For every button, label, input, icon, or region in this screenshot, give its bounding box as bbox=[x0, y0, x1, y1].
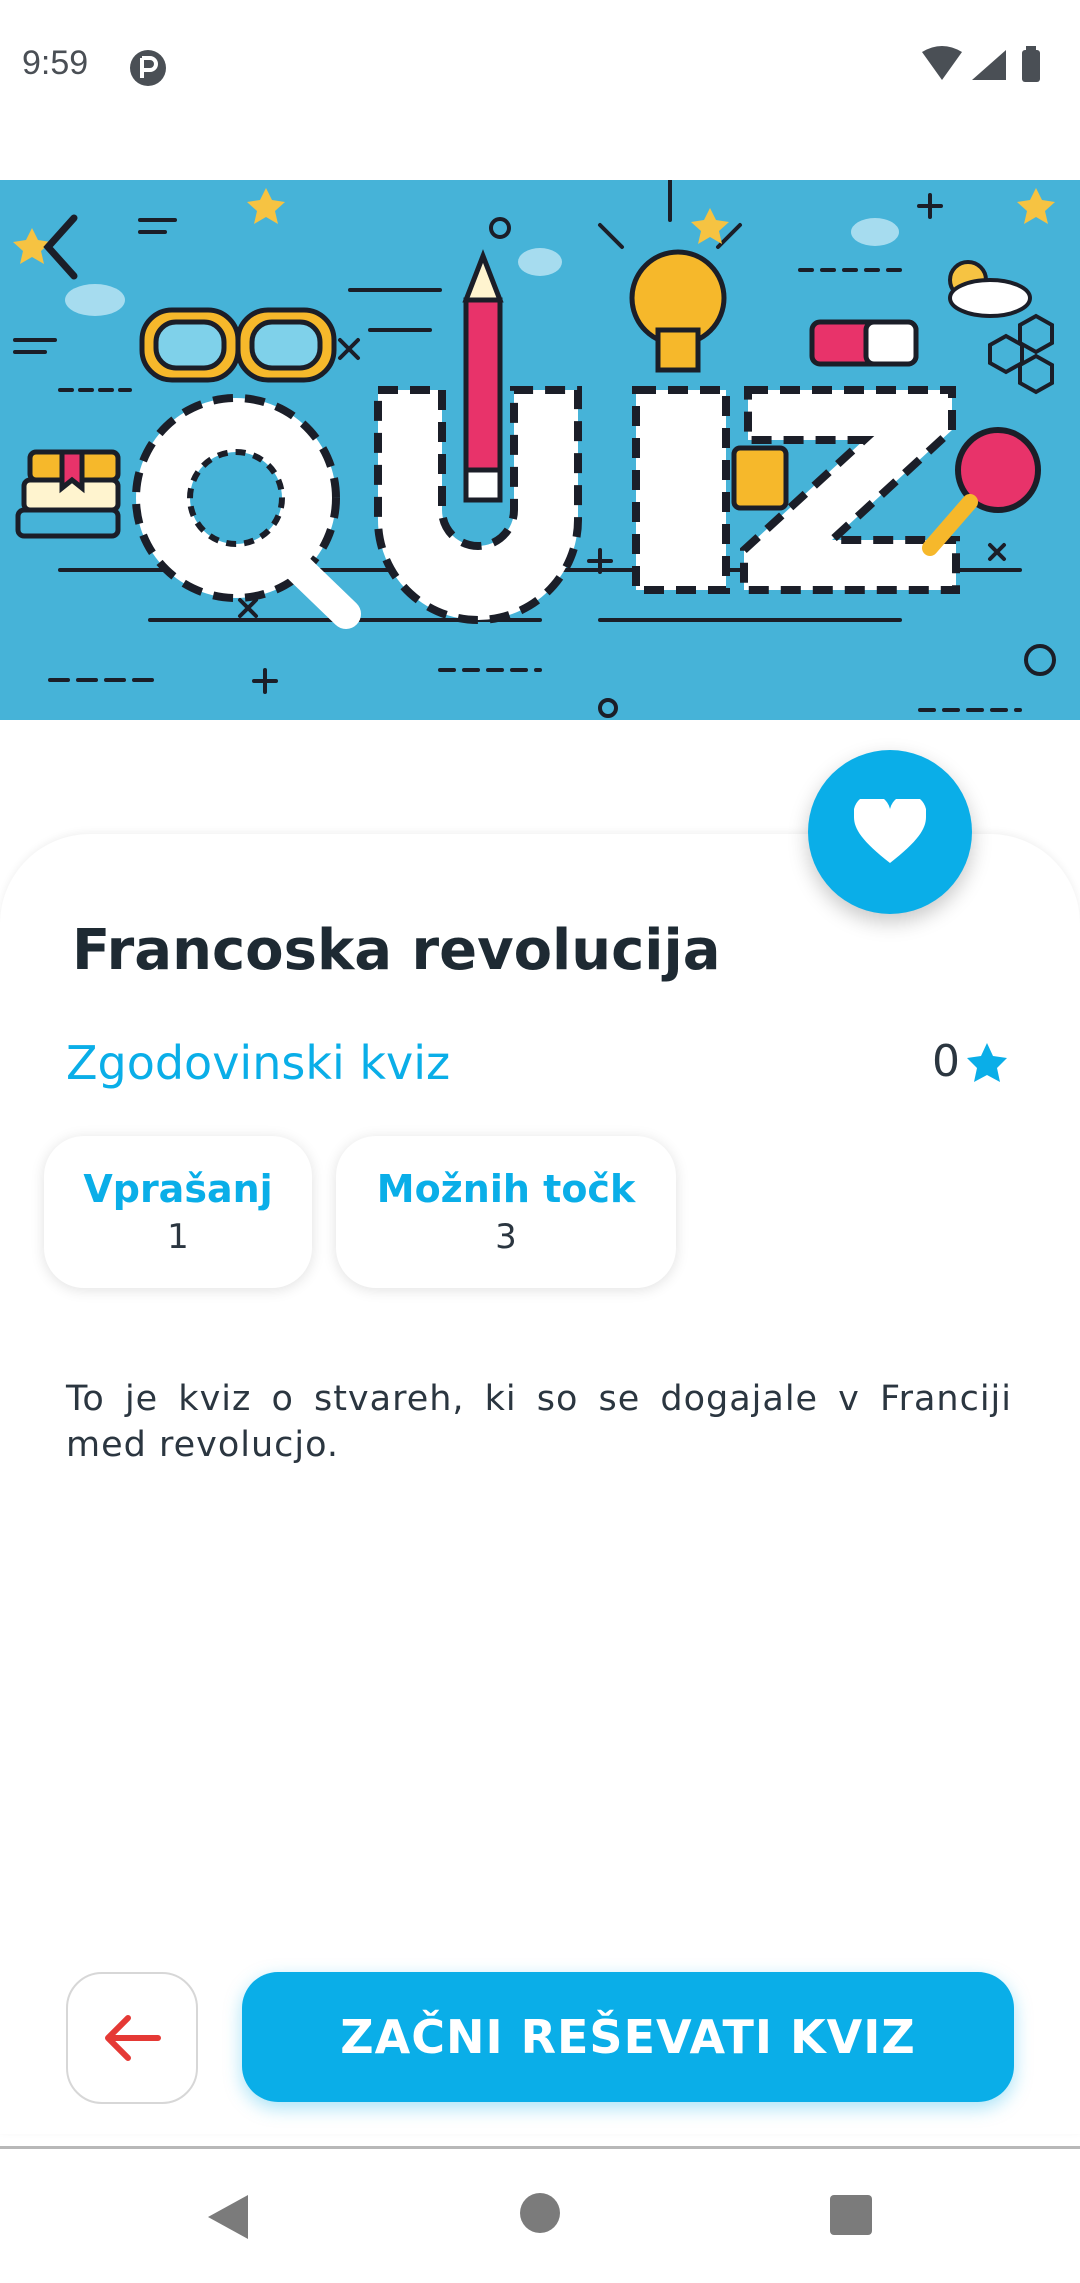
heart-icon bbox=[854, 799, 926, 863]
status-icons bbox=[922, 46, 1040, 82]
quiz-details-sheet bbox=[0, 834, 1080, 2134]
rating-value: 0 bbox=[932, 1036, 960, 1087]
stat-card-points: Možnih točk 3 bbox=[336, 1136, 676, 1288]
nav-back-icon[interactable] bbox=[204, 2193, 250, 2241]
stat-card-questions: Vprašanj 1 bbox=[44, 1136, 312, 1288]
start-quiz-button[interactable]: ZAČNI REŠEVATI KVIZ bbox=[242, 1972, 1014, 2102]
quiz-illustration bbox=[13, 180, 1056, 718]
star-icon bbox=[967, 1042, 1007, 1082]
chevron-left-icon[interactable] bbox=[36, 212, 86, 282]
stat-label: Vprašanj bbox=[83, 1167, 273, 1211]
nav-home-icon[interactable] bbox=[520, 2193, 560, 2233]
quiz-description: To je kviz o stvareh, ki so se dogajale … bbox=[66, 1379, 1012, 1465]
signal-icon bbox=[972, 50, 1006, 80]
stat-value: 3 bbox=[495, 1217, 517, 1257]
back-button[interactable] bbox=[66, 1972, 198, 2104]
favorite-button[interactable] bbox=[808, 750, 972, 914]
system-navigation-bar bbox=[0, 2146, 1080, 2283]
quiz-hero-image bbox=[0, 180, 1080, 720]
nav-recents-icon[interactable] bbox=[830, 2195, 872, 2235]
status-bar: 9:59 bbox=[0, 0, 1080, 140]
quiz-rating: 0 bbox=[932, 1036, 1008, 1087]
battery-icon bbox=[1022, 50, 1040, 82]
status-time: 9:59 bbox=[22, 44, 89, 82]
wifi-icon bbox=[922, 46, 962, 80]
stat-value: 1 bbox=[167, 1217, 189, 1257]
quiz-category: Zgodovinski kviz bbox=[66, 1036, 451, 1090]
stat-label: Možnih točk bbox=[376, 1167, 636, 1211]
app-notification-icon bbox=[130, 50, 166, 86]
arrow-left-icon bbox=[105, 2015, 161, 2061]
quiz-title: Francoska revolucija bbox=[72, 918, 721, 983]
